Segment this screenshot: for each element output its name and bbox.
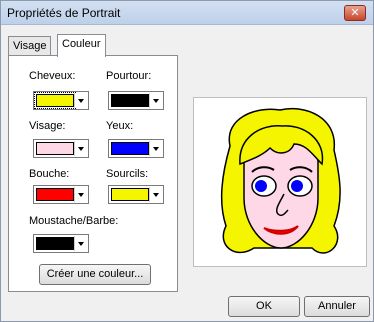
eyebrows-color-swatch — [111, 188, 149, 201]
chevron-down-icon[interactable] — [74, 187, 87, 202]
face-color-select[interactable] — [33, 139, 89, 158]
close-icon: ✕ — [350, 7, 360, 19]
portrait-face-drawing — [220, 108, 341, 254]
eyebrows-label: Sourcils: — [106, 168, 149, 180]
chevron-down-icon[interactable] — [149, 93, 162, 108]
chevron-down-icon[interactable] — [74, 93, 87, 108]
close-button[interactable]: ✕ — [344, 5, 366, 21]
chevron-down-icon[interactable] — [149, 187, 162, 202]
chevron-down-icon[interactable] — [74, 236, 87, 251]
tab-couleur-label: Couleur — [62, 38, 101, 50]
tab-visage-label: Visage — [13, 40, 47, 52]
chevron-down-icon[interactable] — [74, 141, 87, 156]
hair-color-select[interactable] — [33, 91, 89, 110]
tab-couleur[interactable]: Couleur — [57, 34, 106, 57]
dialog-title: Propriétés de Portrait — [7, 6, 121, 20]
tab-visage[interactable]: Visage — [8, 36, 52, 57]
eyes-color-select[interactable] — [108, 139, 164, 158]
couleur-panel: Cheveux: Pourtour: Visage: Yeux: Bouche:… — [8, 55, 178, 292]
outline-color-swatch — [111, 94, 149, 107]
eyes-label: Yeux: — [106, 120, 134, 132]
mouth-color-swatch — [36, 188, 74, 201]
create-color-button[interactable]: Créer une couleur... — [39, 264, 151, 285]
eyes-color-swatch — [111, 142, 149, 155]
mouth-label: Bouche: — [29, 168, 70, 180]
ok-button[interactable]: OK — [228, 296, 300, 317]
outline-label: Pourtour: — [106, 70, 152, 82]
face-color-swatch — [36, 142, 74, 155]
portrait-preview — [193, 97, 367, 267]
right-iris — [291, 180, 303, 192]
beard-color-swatch — [36, 237, 74, 250]
properties-dialog: Propriétés de Portrait ✕ Visage Couleur … — [0, 0, 374, 322]
beard-label: Moustache/Barbe: — [29, 215, 119, 227]
face-label: Visage: — [29, 120, 66, 132]
chevron-down-icon[interactable] — [149, 141, 162, 156]
cancel-button[interactable]: Annuler — [304, 296, 370, 317]
mouth-color-select[interactable] — [33, 185, 89, 204]
left-iris — [255, 180, 267, 192]
beard-color-select[interactable] — [33, 234, 89, 253]
eyebrows-color-select[interactable] — [108, 185, 164, 204]
hair-color-swatch — [34, 92, 76, 109]
outline-color-select[interactable] — [108, 91, 164, 110]
title-bar[interactable]: Propriétés de Portrait ✕ — [1, 1, 373, 25]
hair-label: Cheveux: — [29, 70, 76, 82]
